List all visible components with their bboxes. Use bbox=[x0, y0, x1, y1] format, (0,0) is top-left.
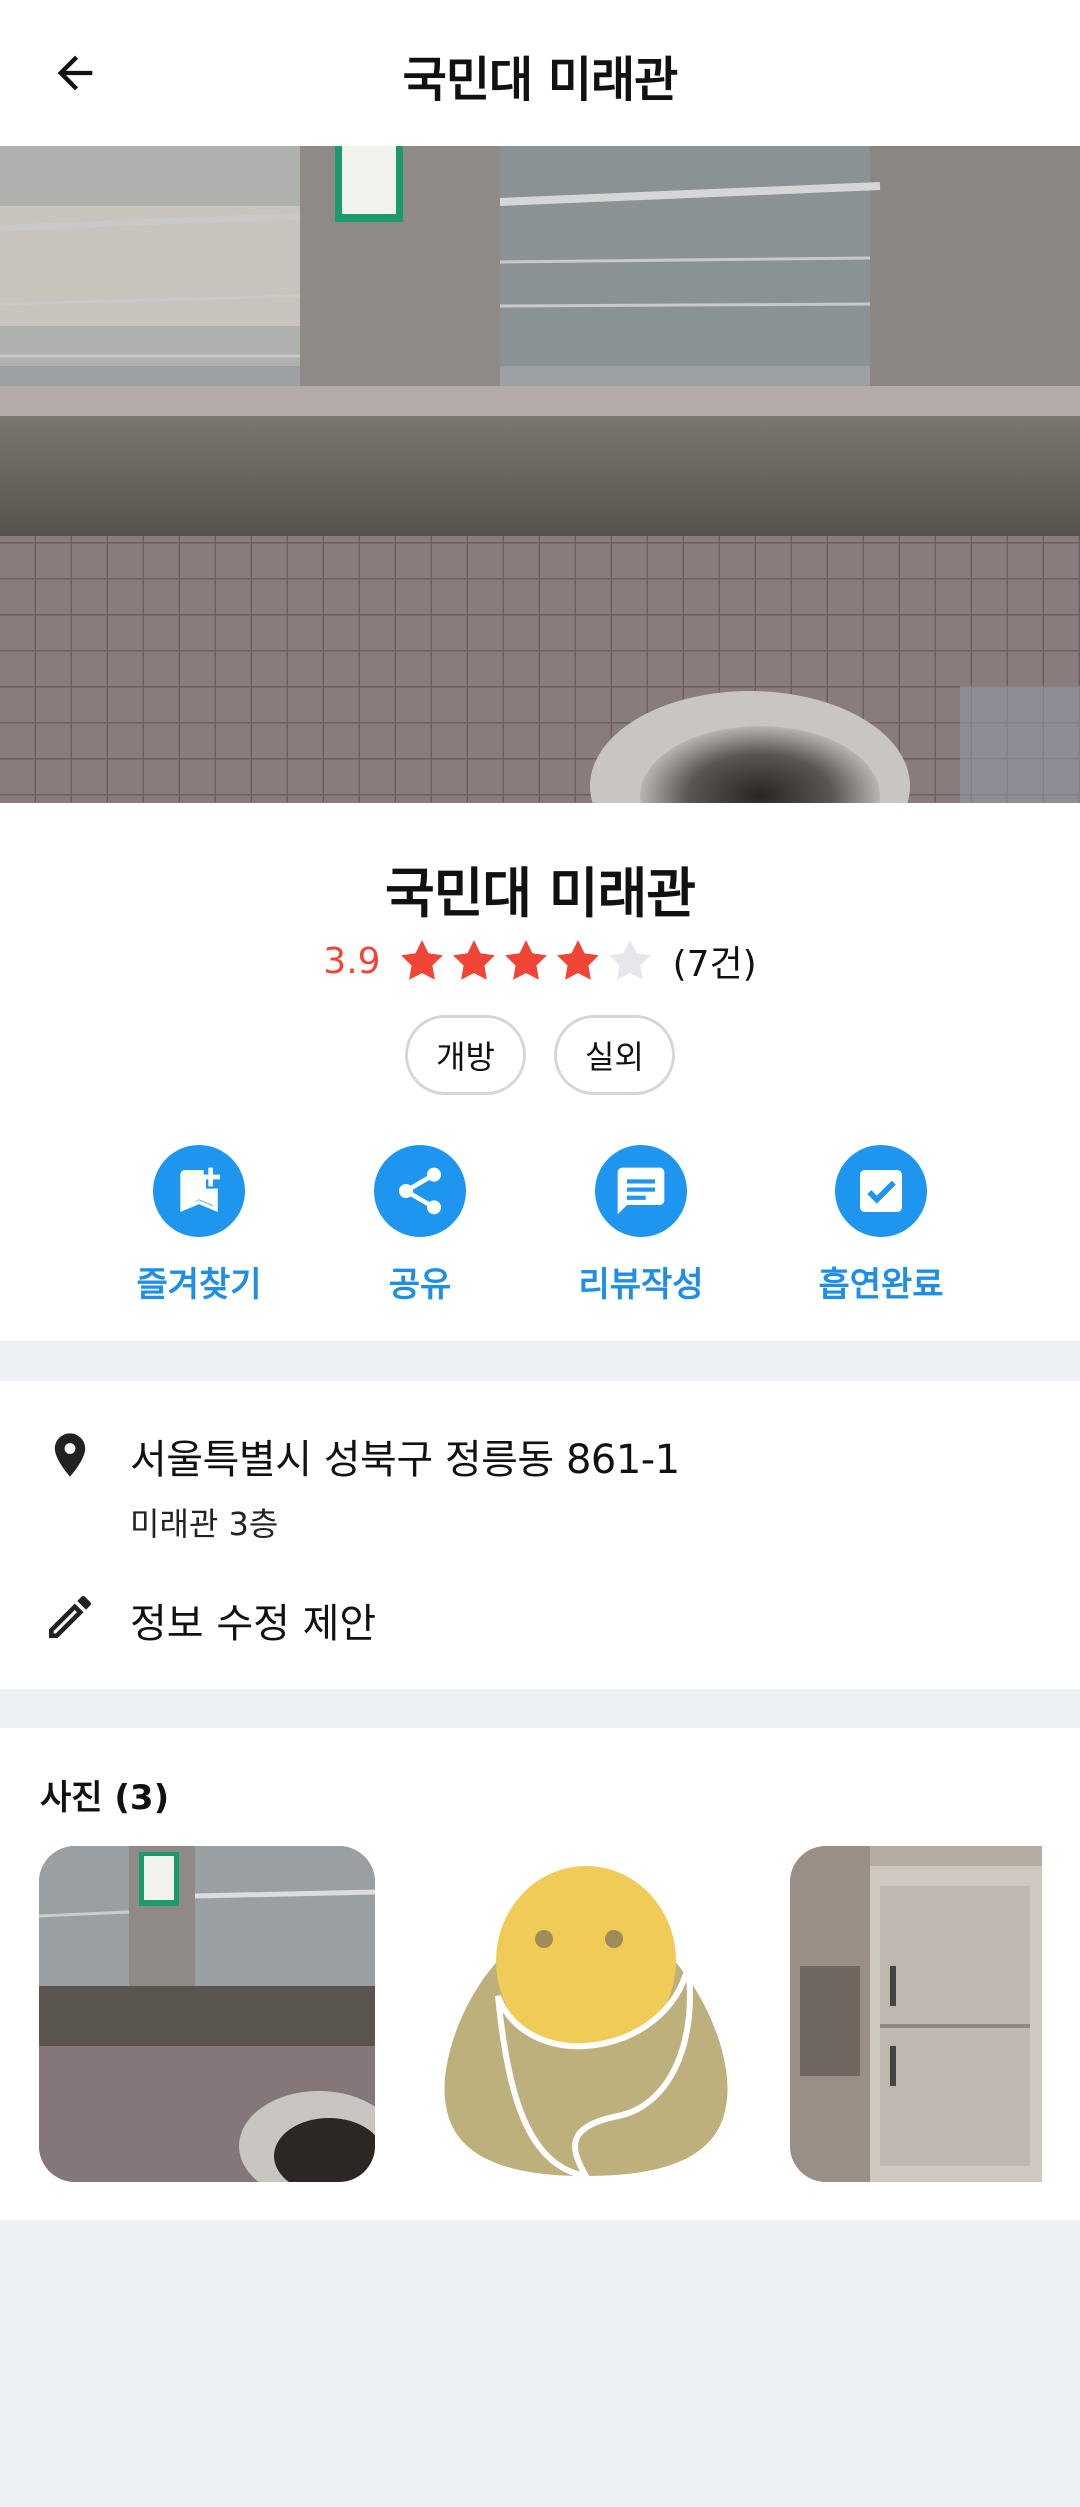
rating-stars bbox=[397, 936, 655, 986]
star-icon bbox=[449, 936, 499, 986]
page-background bbox=[0, 2220, 1080, 2507]
write-review-label: 리뷰작성 bbox=[578, 1265, 704, 1305]
address-detail: 미래관 3층 bbox=[130, 1505, 279, 1543]
star-icon bbox=[397, 936, 447, 986]
place-name: 국민대 미래관 bbox=[385, 862, 696, 925]
suggest-edit-link[interactable]: 정보 수정 제안 bbox=[130, 1591, 376, 1649]
share-label: 공유 bbox=[388, 1265, 452, 1305]
review-count[interactable]: (7건) bbox=[673, 935, 757, 987]
bookmark-add-icon bbox=[180, 1167, 220, 1212]
favorite-label: 즐겨찾기 bbox=[136, 1265, 262, 1305]
tag-list: 개방 실외 bbox=[0, 1015, 1080, 1095]
app-header: 국민대 미래관 bbox=[0, 0, 1080, 146]
tag-open[interactable]: 개방 bbox=[405, 1015, 526, 1095]
check-box-icon bbox=[860, 1170, 902, 1212]
action-bar: 즐겨찾기 공유 리뷰작성 흡연완료 bbox=[0, 1145, 1080, 1305]
photo-thumbnail-2[interactable] bbox=[418, 1846, 754, 2182]
hero-photo[interactable] bbox=[0, 146, 1080, 803]
place-info: 국민대 미래관 3.9 (7건) 개방 실외 즐겨찾기 공유 리뷰작성 흡연완료 bbox=[0, 803, 1080, 1341]
tag-outdoor[interactable]: 실외 bbox=[554, 1015, 675, 1095]
smoking-done-label: 흡연완료 bbox=[818, 1265, 944, 1305]
location-pin-icon bbox=[54, 1433, 86, 1477]
default-mascot-image bbox=[418, 1846, 754, 2182]
star-icon bbox=[553, 936, 603, 986]
share-icon bbox=[399, 1167, 441, 1215]
address-card: 서울특별시 성북구 정릉동 861-1 미래관 3층 정보 수정 제안 bbox=[0, 1381, 1080, 1689]
photo-thumbnail-3[interactable] bbox=[790, 1846, 1042, 2182]
rating-score: 3.9 bbox=[323, 940, 381, 982]
write-review-button[interactable]: 리뷰작성 bbox=[541, 1145, 741, 1306]
smoking-done-button[interactable]: 흡연완료 bbox=[781, 1145, 981, 1306]
share-button[interactable]: 공유 bbox=[320, 1145, 520, 1306]
rating-row: 3.9 (7건) bbox=[0, 933, 1080, 989]
photos-title: 사진 (3) bbox=[40, 1778, 170, 1818]
hero-image bbox=[0, 146, 1080, 803]
page-title: 국민대 미래관 bbox=[402, 52, 679, 108]
address-main: 서울특별시 성북구 정릉동 861-1 bbox=[130, 1437, 680, 1483]
chat-icon bbox=[617, 1167, 665, 1215]
pencil-icon bbox=[49, 1595, 92, 1638]
photo-thumbnail-1[interactable] bbox=[39, 1846, 375, 2182]
star-icon bbox=[605, 936, 655, 986]
favorite-button[interactable]: 즐겨찾기 bbox=[99, 1145, 299, 1306]
star-icon bbox=[501, 936, 551, 986]
photos-card: 사진 (3) bbox=[0, 1728, 1080, 2220]
